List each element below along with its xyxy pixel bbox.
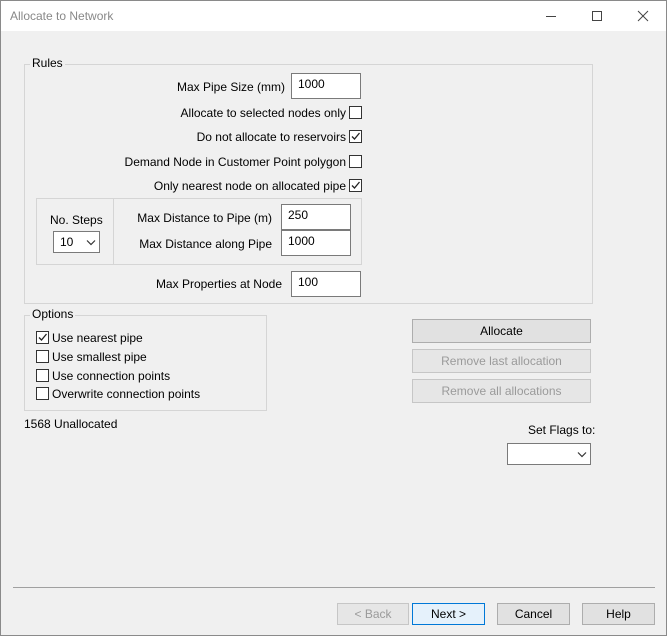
allocate-button[interactable]: Allocate [412, 319, 591, 343]
rules-legend: Rules [30, 56, 65, 70]
back-button[interactable]: < Back [337, 603, 409, 625]
help-button[interactable]: Help [582, 603, 655, 625]
use-nearest-pipe-label: Use nearest pipe [52, 331, 143, 345]
no-steps-select[interactable]: 10 [53, 231, 100, 253]
remove-last-allocation-button[interactable]: Remove last allocation [412, 349, 591, 373]
max-props-label: Max Properties at Node [155, 277, 282, 291]
maximize-icon [592, 11, 602, 21]
no-reservoirs-checkbox[interactable] [349, 130, 362, 143]
max-pipe-size-input[interactable]: 1000 [291, 73, 361, 99]
chevron-down-icon [86, 240, 96, 246]
set-flags-select[interactable] [507, 443, 591, 465]
allocate-selected-label: Allocate to selected nodes only [180, 106, 346, 120]
footer-separator [13, 587, 655, 588]
no-steps-value: 10 [60, 235, 74, 249]
no-reservoirs-label: Do not allocate to reservoirs [196, 130, 346, 144]
overwrite-connection-points-checkbox[interactable] [36, 387, 49, 400]
window-title: Allocate to Network [10, 9, 114, 23]
minimize-button[interactable] [528, 1, 574, 31]
max-dist-along-input[interactable]: 1000 [281, 230, 351, 256]
use-smallest-pipe-label: Use smallest pipe [52, 350, 147, 364]
checkmark-icon [351, 132, 360, 140]
unallocated-count: 1568 Unallocated [24, 417, 118, 431]
use-smallest-pipe-checkbox[interactable] [36, 350, 49, 363]
no-steps-label: No. Steps [50, 213, 103, 227]
options-legend: Options [30, 307, 76, 321]
checkmark-icon [351, 181, 360, 189]
title-bar: Allocate to Network [1, 1, 666, 31]
use-nearest-pipe-checkbox[interactable] [36, 331, 49, 344]
max-props-input[interactable]: 100 [291, 271, 361, 297]
overwrite-connection-points-label: Overwrite connection points [52, 387, 201, 401]
remove-all-allocations-button[interactable]: Remove all allocations [412, 379, 591, 403]
cancel-button[interactable]: Cancel [497, 603, 570, 625]
max-dist-along-label: Max Distance along Pipe [139, 237, 272, 251]
demand-node-checkbox[interactable] [349, 155, 362, 168]
close-button[interactable] [620, 1, 666, 31]
use-connection-points-label: Use connection points [52, 369, 171, 383]
nearest-node-label: Only nearest node on allocated pipe [153, 179, 346, 193]
checkmark-icon [38, 333, 47, 341]
maximize-button[interactable] [574, 1, 620, 31]
dialog-window: Allocate to Network Rules Max Pipe Size … [0, 0, 667, 636]
max-pipe-size-label: Max Pipe Size (mm) [176, 80, 285, 94]
allocate-selected-checkbox[interactable] [349, 106, 362, 119]
minimize-icon [546, 16, 556, 17]
max-dist-pipe-input[interactable]: 250 [281, 204, 351, 230]
max-dist-pipe-label: Max Distance to Pipe (m) [137, 211, 272, 225]
close-icon [637, 10, 649, 22]
next-button[interactable]: Next > [412, 603, 485, 625]
nearest-node-checkbox[interactable] [349, 179, 362, 192]
use-connection-points-checkbox[interactable] [36, 369, 49, 382]
demand-node-label: Demand Node in Customer Point polygon [124, 155, 346, 169]
set-flags-label: Set Flags to: [528, 423, 596, 437]
chevron-down-icon [577, 452, 587, 458]
